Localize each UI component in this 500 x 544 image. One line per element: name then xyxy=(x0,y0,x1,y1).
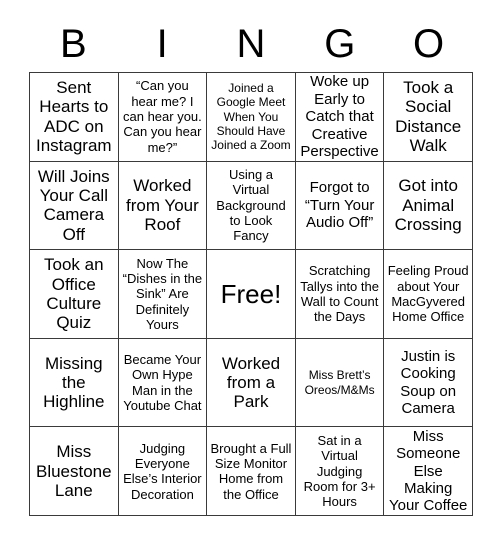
bingo-cell[interactable]: Worked from Your Roof xyxy=(118,161,208,251)
bingo-cell-label: Brought a Full Size Monitor Home from th… xyxy=(210,440,292,502)
bingo-cell-label: Woke up Early to Catch that Creative Per… xyxy=(300,73,379,160)
bingo-cell-label: Worked from a Park xyxy=(221,353,281,412)
bingo-cell[interactable]: Took a Social Distance Walk xyxy=(384,73,473,162)
bingo-cell[interactable]: Miss Bluestone Lane xyxy=(30,427,119,516)
bingo-header-letter-g: G xyxy=(324,22,356,66)
bingo-cell-label: Feeling Proud about Your MacGyvered Home… xyxy=(387,263,469,325)
bingo-cell-label: Using a Virtual Background to Look Fancy xyxy=(216,167,286,244)
bingo-cell[interactable]: Judging Everyone Else’s Interior Decorat… xyxy=(118,427,208,516)
bingo-cell[interactable]: Woke up Early to Catch that Creative Per… xyxy=(295,73,385,162)
bingo-free-space-label: Free! xyxy=(220,278,282,309)
bingo-cell-label: Became Your Own Hype Man in the Youtube … xyxy=(123,351,202,413)
bingo-cell[interactable]: “Can you hear me? I can hear you. Can yo… xyxy=(118,73,208,162)
bingo-header-letter-i: I xyxy=(156,22,168,66)
bingo-cell-label: “Can you hear me? I can hear you. Can yo… xyxy=(123,78,202,155)
bingo-cell-label: Scratching Tallys into the Wall to Count… xyxy=(300,263,379,325)
bingo-cell[interactable]: Using a Virtual Background to Look Fancy xyxy=(207,161,296,251)
bingo-cell[interactable]: Miss Someone Else Making Your Coffee xyxy=(384,427,473,516)
bingo-cell[interactable]: Got into Animal Crossing xyxy=(384,161,473,251)
bingo-cell[interactable]: Sat in a Virtual Judging Room for 3+ Hou… xyxy=(295,427,385,516)
bingo-cell-label: Justin is Cooking Soup on Camera xyxy=(400,347,457,417)
bingo-cell-label: Took an Office Culture Quiz xyxy=(44,255,104,333)
bingo-header-row: B I N G O xyxy=(29,16,473,72)
bingo-cell[interactable]: Joined a Google Meet When You Should Hav… xyxy=(207,73,296,162)
bingo-cell[interactable]: Missing the Highline xyxy=(30,338,119,428)
bingo-cell-label: Took a Social Distance Walk xyxy=(395,78,462,156)
bingo-cell-label: Sent Hearts to ADC on Instagram xyxy=(36,78,112,156)
bingo-cell-label: Will Joins Your Call Camera Off xyxy=(37,166,110,244)
bingo-cell[interactable]: Miss Brett’s Oreos/M&Ms xyxy=(295,338,385,428)
bingo-cell-label: Missing the Highline xyxy=(43,353,105,412)
bingo-cell[interactable]: Brought a Full Size Monitor Home from th… xyxy=(207,427,296,516)
bingo-cell[interactable]: Scratching Tallys into the Wall to Count… xyxy=(295,250,385,339)
bingo-cell-label: Now The “Dishes in the Sink” Are Definit… xyxy=(122,255,203,332)
bingo-cell[interactable]: Feeling Proud about Your MacGyvered Home… xyxy=(384,250,473,339)
bingo-cell-label: Forgot to “Turn Your Audio Off” xyxy=(304,179,375,232)
bingo-cell-label: Miss Bluestone Lane xyxy=(35,442,112,500)
bingo-grid: Sent Hearts to ADC on Instagram “Can you … xyxy=(29,72,473,516)
bingo-card: B I N G O Sent Hearts to ADC on Instagra… xyxy=(0,0,500,544)
bingo-cell-label: Got into Animal Crossing xyxy=(394,176,462,235)
bingo-header-letter-o: O xyxy=(413,22,445,66)
bingo-header-letter-n: N xyxy=(236,22,266,66)
bingo-header-letter-b: B xyxy=(60,22,87,66)
bingo-cell[interactable]: Will Joins Your Call Camera Off xyxy=(30,161,119,251)
bingo-cell-label: Miss Someone Else Making Your Coffee xyxy=(388,427,468,515)
bingo-cell-label: Joined a Google Meet When You Should Hav… xyxy=(211,80,291,153)
bingo-cell[interactable]: Took an Office Culture Quiz xyxy=(30,250,119,339)
bingo-free-space-cell[interactable]: Free! xyxy=(207,250,296,339)
bingo-cell[interactable]: Now The “Dishes in the Sink” Are Definit… xyxy=(118,250,208,339)
bingo-cell[interactable]: Forgot to “Turn Your Audio Off” xyxy=(295,161,385,251)
bingo-cell[interactable]: Sent Hearts to ADC on Instagram xyxy=(30,73,119,162)
bingo-cell[interactable]: Justin is Cooking Soup on Camera xyxy=(384,338,473,428)
bingo-cell-label: Miss Brett’s Oreos/M&Ms xyxy=(304,368,375,397)
bingo-cell[interactable]: Worked from a Park xyxy=(207,338,296,428)
bingo-cell-label: Judging Everyone Else’s Interior Decorat… xyxy=(123,440,202,502)
bingo-cell-label: Worked from Your Roof xyxy=(126,176,199,235)
bingo-cell-label: Sat in a Virtual Judging Room for 3+ Hou… xyxy=(303,432,376,510)
bingo-cell[interactable]: Became Your Own Hype Man in the Youtube … xyxy=(118,338,208,428)
